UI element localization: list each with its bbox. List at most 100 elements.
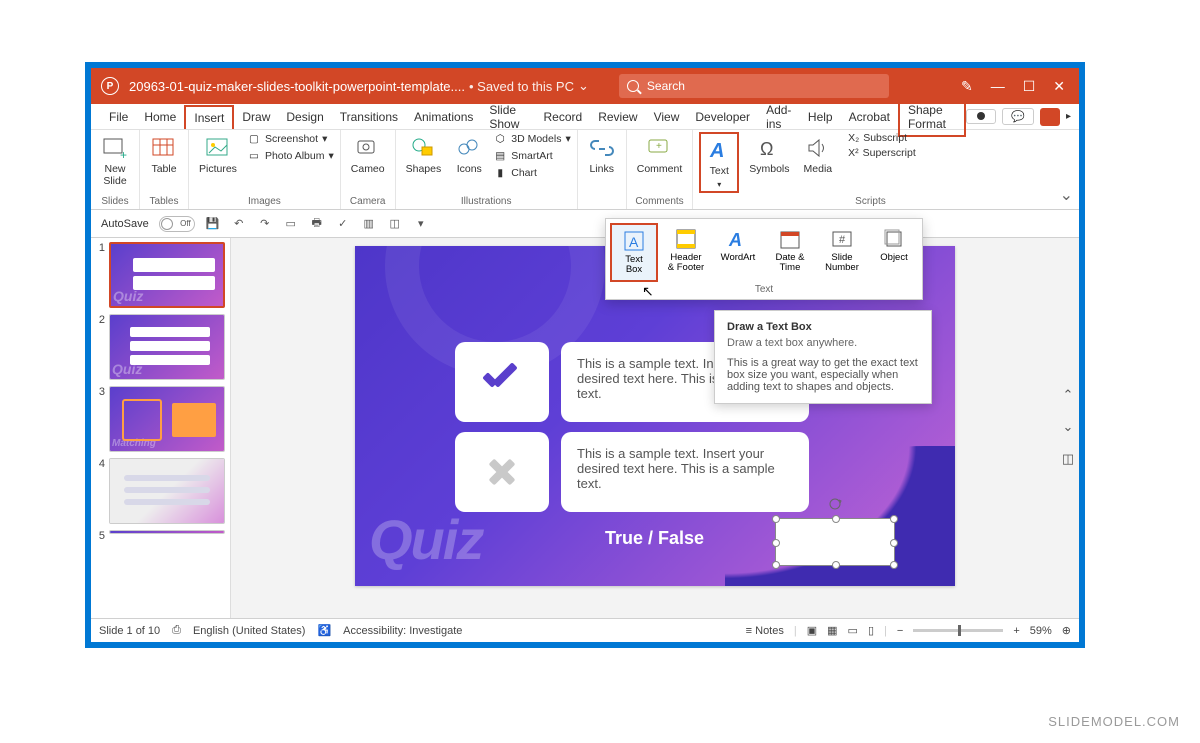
cross-card[interactable] (455, 432, 549, 512)
save-icon[interactable]: 💾 (205, 217, 221, 230)
close-button[interactable]: ✕ (1053, 78, 1065, 95)
save-status: • Saved to this PC (469, 79, 574, 94)
selected-text-box[interactable] (775, 518, 895, 566)
qat4-icon[interactable]: ▥ (361, 217, 377, 230)
shapes-button[interactable]: Shapes (402, 132, 446, 178)
icons-button[interactable]: Icons (451, 132, 487, 178)
check-icon (481, 367, 523, 397)
resize-handle[interactable] (890, 515, 898, 523)
save-status-chevron-icon[interactable]: ⌄ (578, 78, 589, 94)
thumbnail-2[interactable]: Quiz (109, 314, 225, 380)
tab-insert[interactable]: Insert (184, 105, 234, 129)
qat5-icon[interactable]: ◫ (387, 217, 403, 230)
zoom-down-icon[interactable]: ⌄ (1059, 419, 1077, 437)
resize-handle[interactable] (832, 515, 840, 523)
undo-icon[interactable]: ↶ (231, 217, 247, 230)
text-box-button[interactable]: A Text Box (610, 223, 658, 282)
svg-text:+: + (120, 148, 127, 161)
from-beginning-icon[interactable]: ▭ (283, 217, 299, 230)
thumbnail-5[interactable] (109, 530, 225, 534)
date-time-button[interactable]: Date & Time (766, 223, 814, 282)
accessibility-label[interactable]: Accessibility: Investigate (343, 625, 462, 637)
comments-toggle-button[interactable]: 💬 (1002, 108, 1034, 125)
search-input[interactable]: Search (619, 74, 889, 98)
media-button[interactable]: Media (800, 132, 837, 178)
check-card[interactable] (455, 342, 549, 422)
smartart-button[interactable]: ▤SmartArt (493, 149, 570, 163)
resize-handle[interactable] (772, 561, 780, 569)
overflow-chevron-icon[interactable]: ▸ (1066, 111, 1071, 122)
slide-number-button[interactable]: # Slide Number (818, 223, 866, 282)
cameo-button[interactable]: Cameo (347, 132, 389, 178)
minimize-button[interactable]: — (991, 78, 1005, 94)
zoom-up-icon[interactable]: ⌃ (1059, 387, 1077, 405)
resize-handle[interactable] (772, 515, 780, 523)
pictures-button[interactable]: Pictures (195, 132, 241, 178)
table-button[interactable]: Table (146, 132, 182, 178)
rotate-handle-icon[interactable] (828, 497, 842, 511)
resize-handle[interactable] (832, 561, 840, 569)
camera-record-button[interactable] (966, 109, 996, 124)
text-dropdown-button[interactable]: A Text ▾ (699, 132, 739, 193)
screenshot-icon: ▢ (247, 132, 261, 146)
print-icon[interactable]: 🖶 (309, 214, 325, 233)
thumbnail-4[interactable] (109, 458, 225, 524)
resize-handle[interactable] (890, 539, 898, 547)
tab-home[interactable]: Home (136, 106, 184, 128)
links-button[interactable]: Links (584, 132, 620, 178)
zoom-slider[interactable] (913, 629, 1003, 632)
tab-developer[interactable]: Developer (687, 106, 758, 128)
share-button[interactable] (1040, 108, 1060, 126)
zoom-level[interactable]: 59% (1030, 625, 1052, 637)
3d-models-button[interactable]: ⬡3D Models▾ (493, 132, 570, 146)
notes-pane-icon[interactable]: ⎙ (172, 624, 181, 637)
tab-transitions[interactable]: Transitions (332, 106, 406, 128)
thumbnail-3[interactable]: Matching (109, 386, 225, 452)
wordart-button[interactable]: A WordArt (714, 223, 762, 282)
subscript-button[interactable]: X₂Subscript (848, 132, 916, 144)
tab-record[interactable]: Record (536, 106, 591, 128)
chart-button[interactable]: ▮Chart (493, 166, 570, 180)
superscript-button[interactable]: X²Superscript (848, 147, 916, 159)
fit-icon[interactable]: ◫ (1059, 451, 1077, 469)
tab-design[interactable]: Design (278, 106, 331, 128)
autosave-toggle[interactable]: Off (159, 216, 195, 232)
answer-2-card[interactable]: This is a sample text. Insert your desir… (561, 432, 809, 512)
sorter-view-icon[interactable]: ▦ (827, 624, 837, 637)
tab-file[interactable]: File (101, 106, 136, 128)
pen-mode-icon[interactable]: ✎ (961, 78, 973, 95)
tab-help[interactable]: Help (800, 106, 841, 128)
svg-text:+: + (656, 141, 662, 152)
photo-album-button[interactable]: ▭Photo Album▾ (247, 149, 334, 163)
new-slide-button[interactable]: + New Slide (97, 132, 133, 189)
tab-review[interactable]: Review (590, 106, 645, 128)
reading-view-icon[interactable]: ▭ (848, 624, 858, 637)
zoom-in-button[interactable]: + (1013, 625, 1019, 637)
maximize-button[interactable]: ☐ (1023, 78, 1036, 95)
redo-icon[interactable]: ↷ (257, 217, 273, 230)
language-label[interactable]: English (United States) (193, 625, 306, 637)
slideshow-view-icon[interactable]: ▯ (868, 624, 874, 637)
zoom-out-button[interactable]: − (897, 625, 903, 637)
tab-view[interactable]: View (646, 106, 688, 128)
resize-handle[interactable] (890, 561, 898, 569)
normal-view-icon[interactable]: ▣ (807, 624, 817, 637)
tab-acrobat[interactable]: Acrobat (841, 106, 898, 128)
spelling-icon[interactable]: ✓ (335, 217, 351, 230)
qat-overflow-icon[interactable]: ▾ (413, 217, 429, 230)
tab-animations[interactable]: Animations (406, 106, 481, 128)
accessibility-icon[interactable]: ♿ (317, 624, 331, 637)
notes-toggle[interactable]: ≡ Notes (746, 625, 784, 637)
thumbnail-1[interactable]: Quiz (109, 242, 225, 308)
group-label-images: Images (248, 195, 281, 207)
symbols-button[interactable]: Ω Symbols (745, 132, 793, 178)
collapse-ribbon-icon[interactable]: ⌄ (1060, 185, 1073, 205)
comment-button[interactable]: + Comment (633, 132, 687, 178)
screenshot-button[interactable]: ▢Screenshot▾ (247, 132, 334, 146)
header-footer-button[interactable]: Header & Footer (662, 223, 710, 282)
fit-to-window-icon[interactable]: ⊕ (1062, 624, 1071, 637)
resize-handle[interactable] (772, 539, 780, 547)
search-icon (627, 80, 639, 92)
tab-draw[interactable]: Draw (234, 106, 278, 128)
object-button[interactable]: Object (870, 223, 918, 282)
